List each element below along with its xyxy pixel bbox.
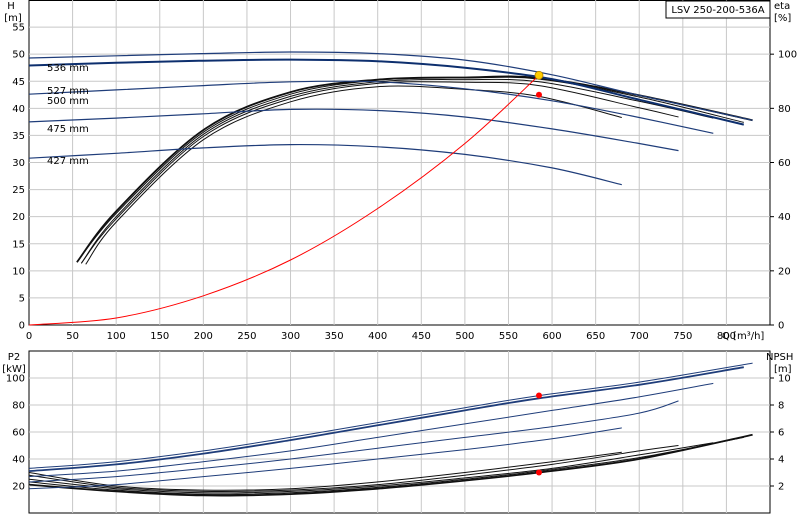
top-x-tick: 600: [543, 331, 562, 342]
chart-title: LSV 250-200-536A: [671, 5, 764, 16]
top-y-left-tick: 10: [12, 266, 25, 277]
bottom-y-right-tick: 6: [778, 428, 784, 439]
bottom-y-left-tick: 60: [12, 428, 25, 439]
top-x-tick: 0: [26, 331, 32, 342]
bottom-y-left-tick: 100: [6, 374, 25, 385]
top-x-tick: 450: [412, 331, 431, 342]
top-y-left-tick: 20: [12, 212, 25, 223]
top-x-tick: 50: [66, 331, 79, 342]
efficiency-point: [535, 91, 542, 98]
top-x-tick: 300: [281, 331, 300, 342]
head-curve-label: 500 mm: [47, 96, 89, 107]
head-curve-label: 427 mm: [47, 156, 89, 167]
top-y-right-tick: 80: [778, 104, 791, 115]
head-curve-label: 536 mm: [47, 63, 89, 74]
top-x-tick: 500: [455, 331, 474, 342]
top-y-right-label: eta: [774, 1, 790, 12]
top-y-right-tick: 0: [778, 321, 784, 332]
top-x-tick: 750: [673, 331, 692, 342]
top-x-tick: 200: [194, 331, 213, 342]
head-curve-label: 475 mm: [47, 124, 89, 135]
operating-point: [534, 70, 544, 80]
top-x-tick: 400: [368, 331, 387, 342]
top-y-right-tick: 60: [778, 158, 791, 169]
x-axis-label: Q [m³/h]: [722, 331, 764, 342]
top-y-left-unit: [m]: [4, 13, 22, 24]
top-x-tick: 150: [150, 331, 169, 342]
top-y-left-tick: 50: [12, 50, 25, 61]
top-x-tick: 250: [237, 331, 256, 342]
top-x-tick: 550: [499, 331, 518, 342]
top-x-tick: 350: [325, 331, 344, 342]
top-y-left-tick: 55: [12, 23, 25, 34]
top-y-left-tick: 5: [19, 293, 25, 304]
bottom-y-right-label: NPSH: [766, 352, 793, 363]
bottom-y-left-tick: 40: [12, 455, 25, 466]
bottom-y-left-label: P2: [8, 352, 20, 363]
npsh-point: [535, 469, 542, 476]
top-x-tick: 700: [630, 331, 649, 342]
top-y-right-unit: [%]: [774, 13, 791, 24]
top-x-tick: 650: [586, 331, 605, 342]
pump-performance-chart: 05101520253035404550550 50 100 150 200 250 300…: [2, 0, 797, 514]
bottom-y-right-tick: 4: [778, 455, 784, 466]
top-y-right-tick: 20: [778, 266, 791, 277]
bottom-y-left-unit: [kW]: [2, 364, 26, 375]
top-y-left-tick: 35: [12, 131, 25, 142]
top-y-left-tick: 30: [12, 158, 25, 169]
top-x-tick: 100: [107, 331, 126, 342]
power-point: [535, 392, 542, 399]
top-y-right-tick: 40: [778, 212, 791, 223]
top-y-left-label: H: [7, 1, 15, 12]
top-y-left-tick: 45: [12, 77, 25, 88]
bottom-y-right-unit: [m]: [774, 364, 792, 375]
bottom-y-right-tick: 8: [778, 401, 784, 412]
top-y-left-tick: 40: [12, 104, 25, 115]
top-y-left-tick: 15: [12, 239, 25, 250]
top-y-right-tick: 100: [778, 50, 797, 61]
top-y-left-tick: 25: [12, 185, 25, 196]
bottom-y-left-tick: 80: [12, 401, 25, 412]
bottom-y-right-tick: 10: [778, 374, 791, 385]
bottom-y-right-tick: 2: [778, 482, 784, 493]
bottom-y-left-tick: 20: [12, 482, 25, 493]
top-y-left-tick: 0: [19, 321, 25, 332]
